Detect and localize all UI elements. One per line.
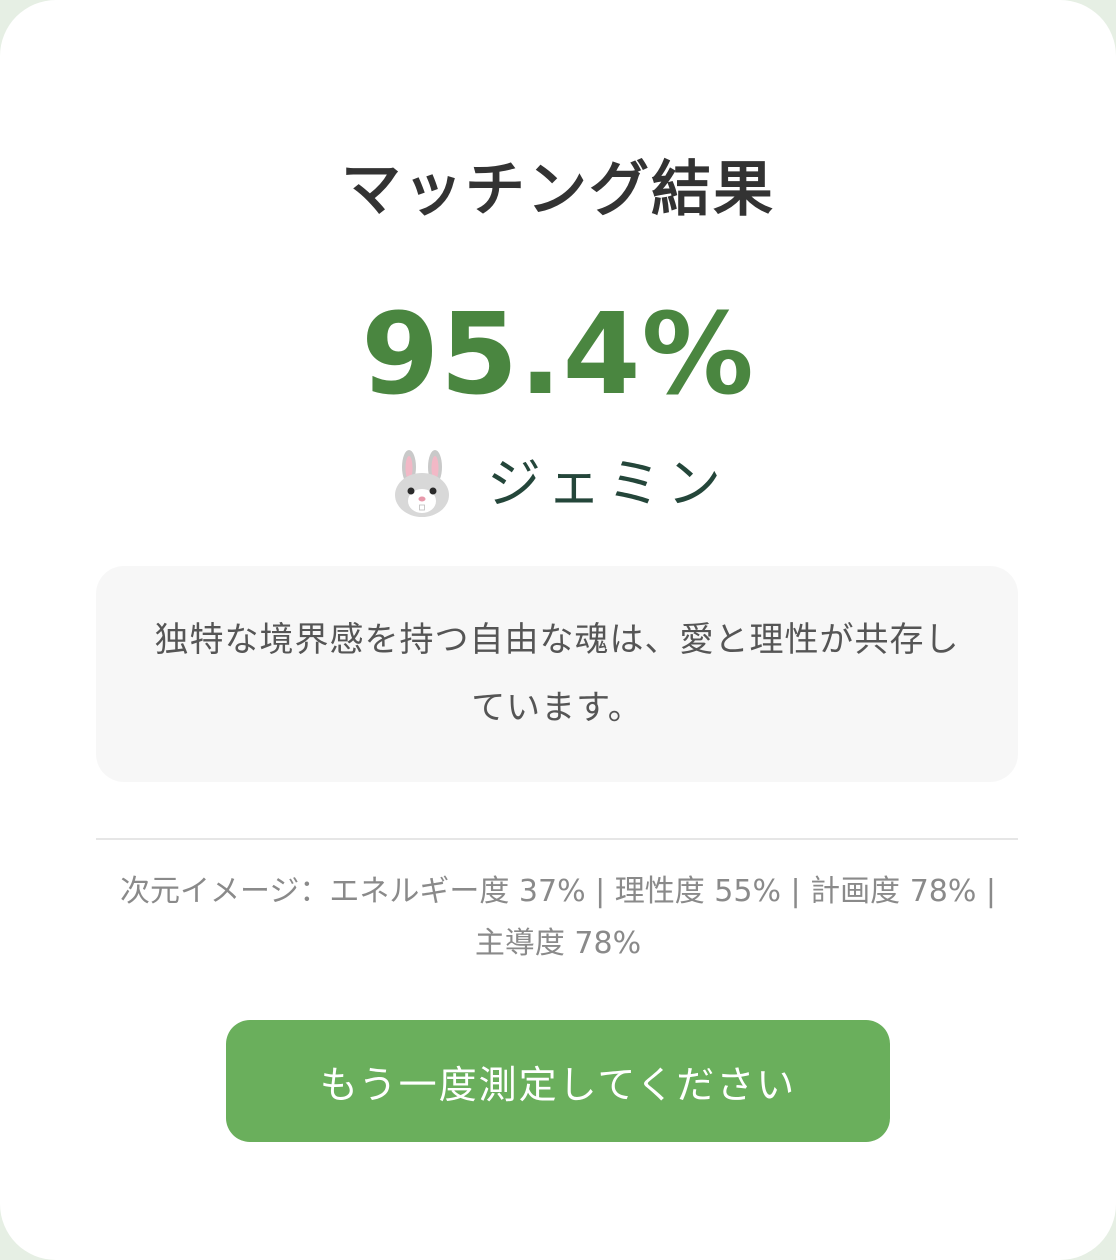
page-title: マッチング結果 — [341, 155, 775, 225]
match-name-row: ジェミン — [0, 448, 1116, 520]
dimension-summary: 次元イメージ：エネルギー度 37% | 理性度 55% | 計画度 78% | … — [119, 874, 997, 961]
description-text: 独特な境界感を持つ自由な魂は、愛と理性が共存しています。 — [154, 620, 960, 728]
description-box: 独特な境界感を持つ自由な魂は、愛と理性が共存しています。 — [96, 566, 1018, 782]
match-score: 95.4% — [361, 290, 755, 420]
rabbit-face-icon — [395, 450, 449, 517]
divider — [96, 838, 1018, 840]
retry-button[interactable]: もう一度測定してください — [226, 1020, 890, 1142]
match-name: ジェミン — [487, 452, 727, 515]
result-card: マッチング結果 95.4% ジェミン 独特な境界感を持つ自由な魂は、愛と理性が共… — [0, 0, 1116, 1260]
